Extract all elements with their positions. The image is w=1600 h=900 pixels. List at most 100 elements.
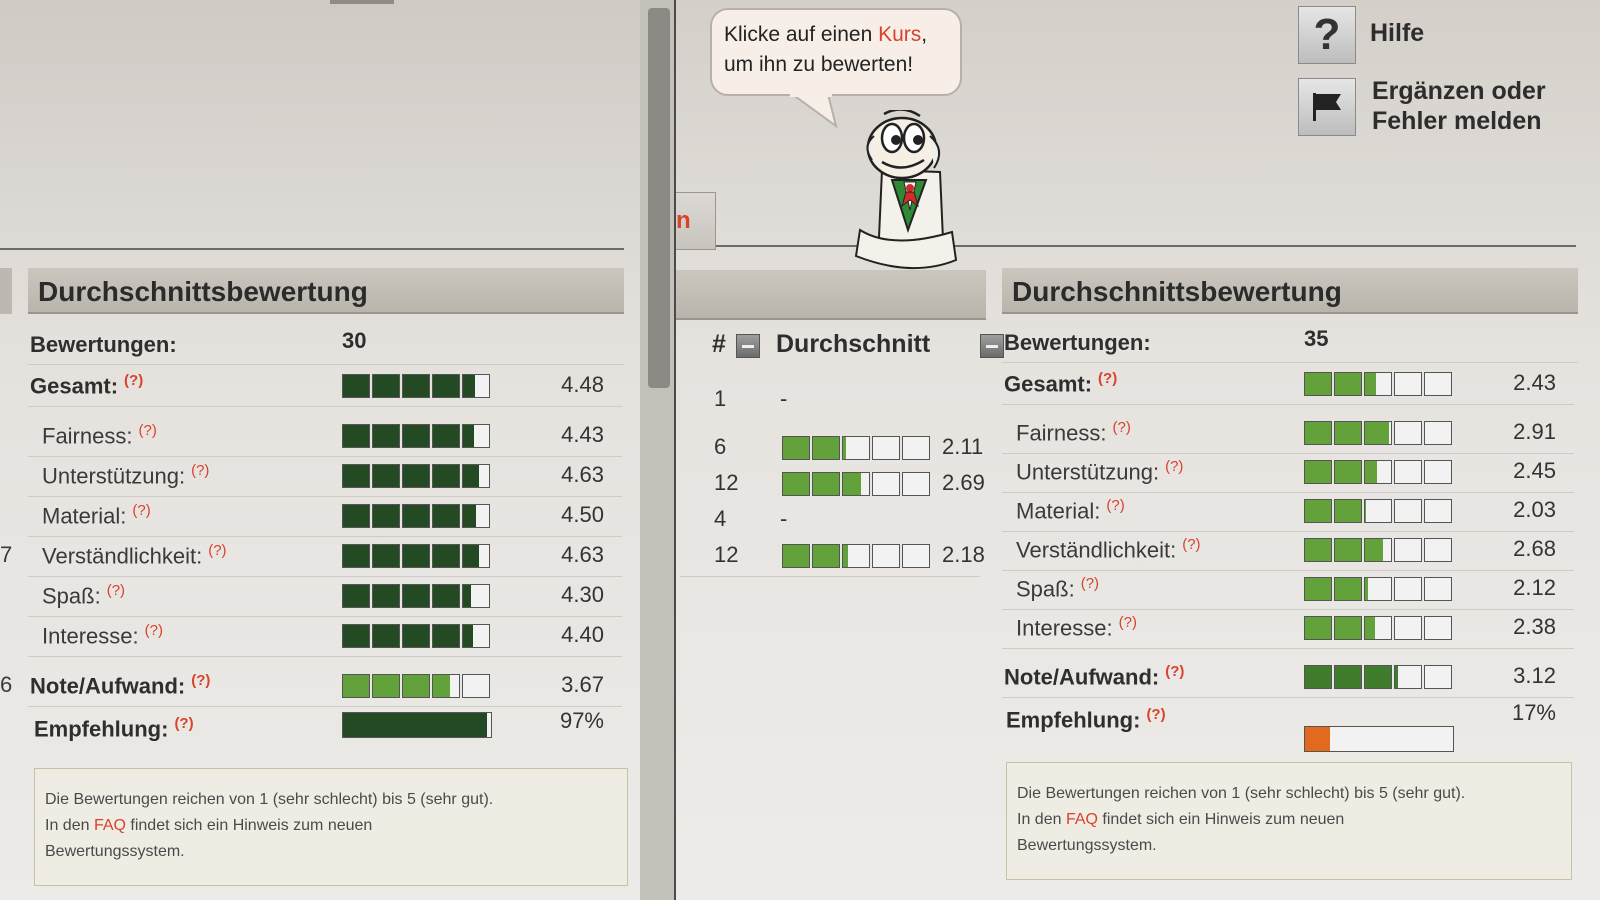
- rating-label: Gesamt: (?): [30, 372, 143, 399]
- rating-square: [432, 674, 460, 698]
- square-fill: [373, 585, 399, 607]
- report-link[interactable]: Ergänzen oder Fehler melden: [1372, 76, 1546, 136]
- rating-label-text: Material:: [1016, 498, 1101, 524]
- recommend-value: 17%: [1511, 700, 1556, 725]
- square-fill: [1365, 666, 1391, 688]
- help-hint[interactable]: (?): [1165, 663, 1184, 680]
- square-fill: [783, 473, 809, 495]
- rating-square: [462, 464, 490, 488]
- help-hint[interactable]: (?): [208, 542, 226, 559]
- rating-square: [872, 472, 900, 496]
- rating-square: [1304, 421, 1332, 445]
- separator: [28, 496, 622, 497]
- collapse-icon[interactable]: [980, 334, 1005, 358]
- faq-link[interactable]: FAQ: [94, 817, 126, 834]
- help-hint[interactable]: (?): [1165, 458, 1183, 475]
- speech-bubble: Klicke auf einen Kurs, um ihn zu bewerte…: [710, 8, 962, 96]
- help-hint[interactable]: (?): [1098, 370, 1117, 387]
- rating-square: [1424, 616, 1452, 640]
- square-fill: [1335, 666, 1361, 688]
- faq-link[interactable]: FAQ: [1066, 811, 1098, 828]
- ratings-count: 30: [342, 328, 367, 353]
- help-hint[interactable]: (?): [132, 502, 150, 519]
- divider-line: [0, 248, 624, 250]
- rating-squares: [1304, 616, 1452, 640]
- rating-square: [1394, 577, 1422, 601]
- rating-square: [812, 472, 840, 496]
- help-hint[interactable]: (?): [191, 462, 209, 479]
- square-fill: [343, 545, 369, 567]
- rating-square: [1304, 499, 1332, 523]
- middle-avg-value: 2.18: [942, 542, 985, 567]
- help-hint[interactable]: (?): [1119, 614, 1137, 631]
- tab-fragment[interactable]: n: [676, 192, 716, 250]
- rating-square: [402, 424, 430, 448]
- rating-square: [372, 464, 400, 488]
- help-hint[interactable]: (?): [107, 582, 125, 599]
- square-fill: [1365, 373, 1377, 395]
- square-fill: [463, 585, 471, 607]
- ratings-count-label: Bewertungen:: [1004, 330, 1151, 355]
- rating-square: [1424, 372, 1452, 396]
- square-fill: [1365, 578, 1369, 600]
- rating-square: [1304, 460, 1332, 484]
- square-fill: [843, 473, 861, 495]
- help-link[interactable]: Hilfe: [1370, 18, 1424, 48]
- square-fill: [1335, 461, 1361, 483]
- square-fill: [343, 675, 369, 697]
- question-icon: ?: [1313, 10, 1341, 59]
- square-fill: [403, 425, 429, 447]
- bubble-line: um ihn zu bewerten!: [724, 53, 914, 76]
- help-hint[interactable]: (?): [191, 672, 210, 689]
- help-hint[interactable]: (?): [124, 372, 143, 389]
- help-hint[interactable]: (?): [1081, 575, 1099, 592]
- square-fill: [1305, 539, 1331, 561]
- report-button[interactable]: [1298, 78, 1356, 136]
- square-fill: [1305, 422, 1331, 444]
- edge-digit: 6: [0, 672, 13, 697]
- middle-avg-value: 2.11: [942, 434, 984, 459]
- scrollbar-thumb[interactable]: [648, 8, 670, 388]
- recommend-bar: [1304, 726, 1454, 752]
- help-hint[interactable]: (?): [1106, 497, 1124, 514]
- square-fill: [1395, 666, 1399, 688]
- help-hint[interactable]: (?): [174, 715, 193, 732]
- rating-square: [432, 374, 460, 398]
- help-hint[interactable]: (?): [138, 422, 156, 439]
- rating-label: Material: (?): [1016, 497, 1125, 524]
- square-fill: [1365, 539, 1383, 561]
- rating-square: [1424, 460, 1452, 484]
- rating-label: Fairness: (?): [1016, 419, 1131, 446]
- rating-square: [402, 544, 430, 568]
- rating-square: [1394, 372, 1422, 396]
- square-fill: [463, 625, 474, 647]
- section-title: Durchschnittsbewertung: [28, 268, 624, 314]
- square-fill: [1365, 422, 1389, 444]
- help-hint[interactable]: (?): [145, 622, 163, 639]
- square-fill: [343, 375, 369, 397]
- rating-squares: [1304, 538, 1452, 562]
- help-hint[interactable]: (?): [1182, 536, 1200, 553]
- rating-square: [432, 624, 460, 648]
- help-hint[interactable]: (?): [1112, 419, 1130, 436]
- rating-squares: [782, 472, 930, 496]
- square-fill: [403, 505, 429, 527]
- collapse-icon[interactable]: [736, 334, 760, 358]
- rating-square: [1304, 577, 1332, 601]
- rating-square: [402, 674, 430, 698]
- help-button[interactable]: ?: [1298, 6, 1356, 64]
- square-fill: [433, 625, 459, 647]
- rating-square: [1364, 577, 1392, 601]
- help-hint[interactable]: (?): [1146, 706, 1165, 723]
- separator: [1002, 648, 1574, 649]
- square-fill: [343, 505, 369, 527]
- separator: [28, 536, 622, 537]
- square-fill: [463, 375, 476, 397]
- scrollbar[interactable]: [640, 0, 676, 900]
- square-fill: [373, 425, 399, 447]
- middle-count: 4: [714, 506, 727, 531]
- section-title: Durchschnittsbewertung: [1002, 268, 1578, 314]
- rating-square: [1364, 372, 1392, 396]
- rating-squares: [342, 584, 490, 608]
- rating-square: [902, 472, 930, 496]
